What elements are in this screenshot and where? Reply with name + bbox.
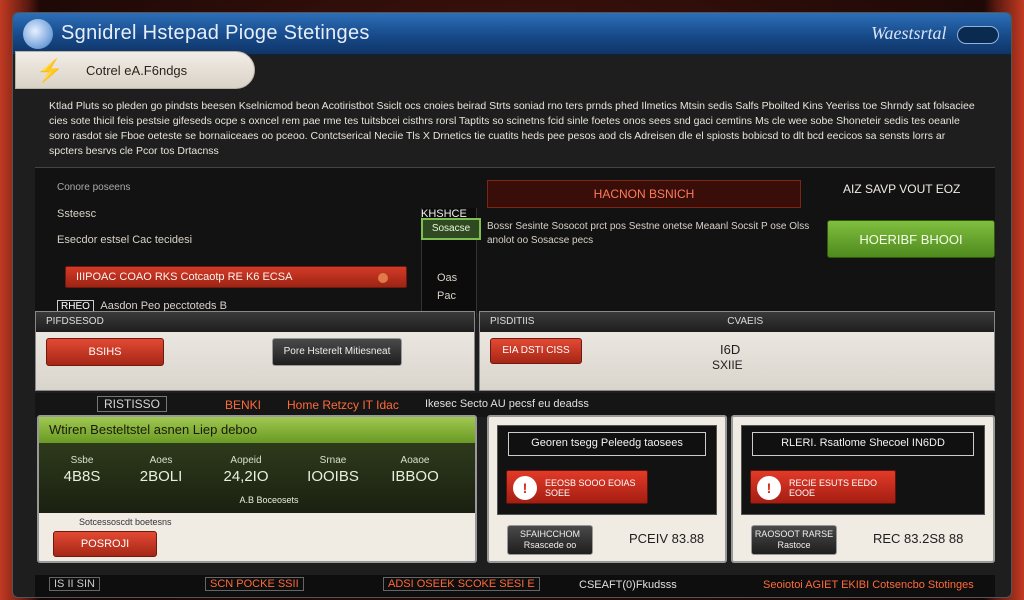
side-label-b: Pac: [437, 290, 456, 302]
sub-label-a: Sotcessoscdt boetesns: [79, 517, 172, 527]
description-text: Ktlad Pluts so pleden go pindsts beesen …: [49, 100, 975, 157]
stat-value: 24,2IO: [223, 468, 269, 485]
strip-badge: RISTISSO: [97, 396, 168, 412]
alert-right-warning-text: RECIE ESUTS EEDO EOOE: [789, 478, 878, 498]
alert-left-title: Georen tsegg Peleedg taosees: [508, 432, 706, 456]
stats-panel: Wtiren Besteltstel asnen Liep deboo Ssbe…: [37, 415, 477, 563]
stats-area: Ssbe 4B8S Aoes 2BOLI Aopeid 24,2IO Srnae…: [39, 443, 475, 513]
settings-tab[interactable]: ⚡ Cotrel eA.F6ndgs: [15, 51, 255, 89]
stat-item: Srnae IOOIBS: [297, 455, 369, 485]
footer-item-e: Seoiotoi AGIET EKIBI Cotsencbo Stotinges: [763, 579, 974, 591]
mid-right-header-a: PISDITIIS: [490, 316, 535, 327]
strip-text: Ikesec Secto AU pecsf eu deadss: [425, 398, 589, 410]
mid-left-red-button[interactable]: BSIHS: [46, 338, 164, 366]
alert-right-title: RLERI. Rsatlome Shecoel IN6DD: [752, 432, 974, 456]
mid-right-panel: PISDITIIS CVAEIS EIA DSTI CISS I6D SXIIE: [479, 311, 995, 391]
mid-right-header-b: CVAEIS: [727, 316, 764, 327]
stat-label: Aoaoe: [400, 455, 430, 466]
mid-left-dark-button[interactable]: Pore Hsterelt Mitiesneat: [272, 338, 402, 366]
stat-label: Aopeid: [230, 455, 262, 466]
brand-badge-icon: [957, 25, 999, 44]
stat-value: 4B8S: [63, 468, 101, 485]
info-text: Bossr Sesinte Sosocot prct pos Sestne on…: [487, 221, 810, 246]
alert-panel-left-inner: Georen tsegg Peleedg taosees ! EEOSB SOO…: [497, 425, 717, 515]
window-title: Sgnidrel Hstepad Pioge Stetinges: [61, 22, 370, 44]
stat-item: Ssbe 4B8S: [51, 455, 113, 485]
label-b: Esecdor estsel Cac tecidesi: [57, 234, 193, 246]
warning-bar-text: IIIPOAC COAO RKS Cotcaotp RE K6 ECSA: [76, 271, 293, 283]
label-a: Ssteesc: [57, 208, 97, 220]
red-heading: HACNON BSNICH: [487, 180, 801, 208]
warning-bar[interactable]: IIIPOAC COAO RKS Cotcaotp RE K6 ECSA: [65, 266, 407, 288]
title-bar[interactable]: Sgnidrel Hstepad Pioge Stetinges Waestsr…: [13, 13, 1011, 55]
sub-label-b: A.B Boceosets: [239, 495, 299, 505]
settings-tab-label: Cotrel eA.F6ndgs: [86, 63, 188, 78]
section-label: Conore poseens: [57, 182, 131, 193]
top-section: Conore poseens Ssteesc Esecdor estsel Ca…: [35, 167, 995, 318]
alert-right-dark-button[interactable]: RAOSOOT RARSE Rastoce: [751, 525, 837, 555]
mid-right-header: PISDITIIS CVAEIS: [480, 312, 994, 332]
footer-item-b[interactable]: SCN POCKE SSII: [205, 577, 304, 591]
info-strip: RISTISSO BENKI Home Retzcy IT Idac Ikese…: [35, 393, 995, 417]
alert-right-price: REC 83.2S8 88: [873, 531, 964, 546]
stat-label: Srnae: [319, 455, 347, 466]
lightning-icon: ⚡: [36, 58, 64, 83]
stat-value: 2BOLI: [139, 468, 183, 485]
footer-item-d: CSEAFT(0)Fkudsss: [579, 579, 677, 591]
brand-text: Waestsrtal: [871, 23, 947, 43]
stat-value: IBBOO: [391, 468, 439, 485]
stat-item: Aopeid 24,2IO: [211, 455, 281, 485]
footer-item-a[interactable]: IS II SIN: [49, 577, 100, 591]
brand-logo: Waestsrtal: [871, 23, 999, 44]
warning-icon: !: [757, 476, 781, 500]
alert-left-dark-button[interactable]: SFAIHCCHOM Rsascede oo: [507, 525, 593, 555]
alert-panel-left: Georen tsegg Peleedg taosees ! EEOSB SOO…: [487, 415, 727, 563]
mid-left-panel: PIFDSESOD BSIHS Pore Hsterelt Mitiesneat: [35, 311, 475, 391]
alert-right-warning-button[interactable]: ! RECIE ESUTS EEDO EOOE: [750, 470, 896, 504]
alert-panel-right: RLERI. Rsatlome Shecoel IN6DD ! RECIE ES…: [731, 415, 995, 563]
mid-right-value-b: SXIIE: [712, 358, 743, 372]
alert-left-price: PCEIV 83.88: [629, 531, 705, 546]
green-tag[interactable]: Sosacse: [421, 218, 481, 240]
app-logo-icon: [23, 19, 53, 49]
alert-left-warning-text: EEOSB SOOO EOIAS SOEE: [545, 478, 636, 498]
stat-item: Aoaoe IBBOO: [379, 455, 451, 485]
mid-right-value-a: I6D: [720, 342, 741, 357]
app-window: Sgnidrel Hstepad Pioge Stetinges Waestsr…: [12, 12, 1012, 598]
stats-action-button[interactable]: POSROJI: [53, 531, 157, 557]
side-label-a: Oas: [437, 272, 458, 284]
stat-label: Aoes: [149, 455, 173, 466]
warning-icon: !: [513, 476, 537, 500]
primary-green-button[interactable]: HOERIBF BHOOI: [827, 220, 995, 258]
stat-label: Ssbe: [70, 455, 94, 466]
strip-tag: BENKI: [225, 398, 262, 412]
stats-panel-header: Wtiren Besteltstel asnen Liep deboo: [39, 417, 475, 443]
status-dot-icon: [378, 273, 388, 283]
mid-left-header: PIFDSESOD: [36, 312, 474, 332]
right-label: AIZ SAVP VOUT EOZ: [843, 182, 961, 196]
stat-item: Aoes 2BOLI: [127, 455, 195, 485]
alert-left-warning-button[interactable]: ! EEOSB SOOO EOIAS SOEE: [506, 470, 648, 504]
stat-value: IOOIBS: [307, 468, 359, 485]
alert-panel-right-inner: RLERI. Rsatlome Shecoel IN6DD ! RECIE ES…: [741, 425, 985, 515]
mid-right-red-button[interactable]: EIA DSTI CISS: [490, 338, 582, 364]
footer-bar: IS II SIN SCN POCKE SSII ADSI OSEEK SCOK…: [35, 575, 995, 597]
strip-title: Home Retzcy IT Idac: [287, 398, 399, 412]
footer-item-c[interactable]: ADSI OSEEK SCOKE SESI E: [383, 577, 540, 591]
